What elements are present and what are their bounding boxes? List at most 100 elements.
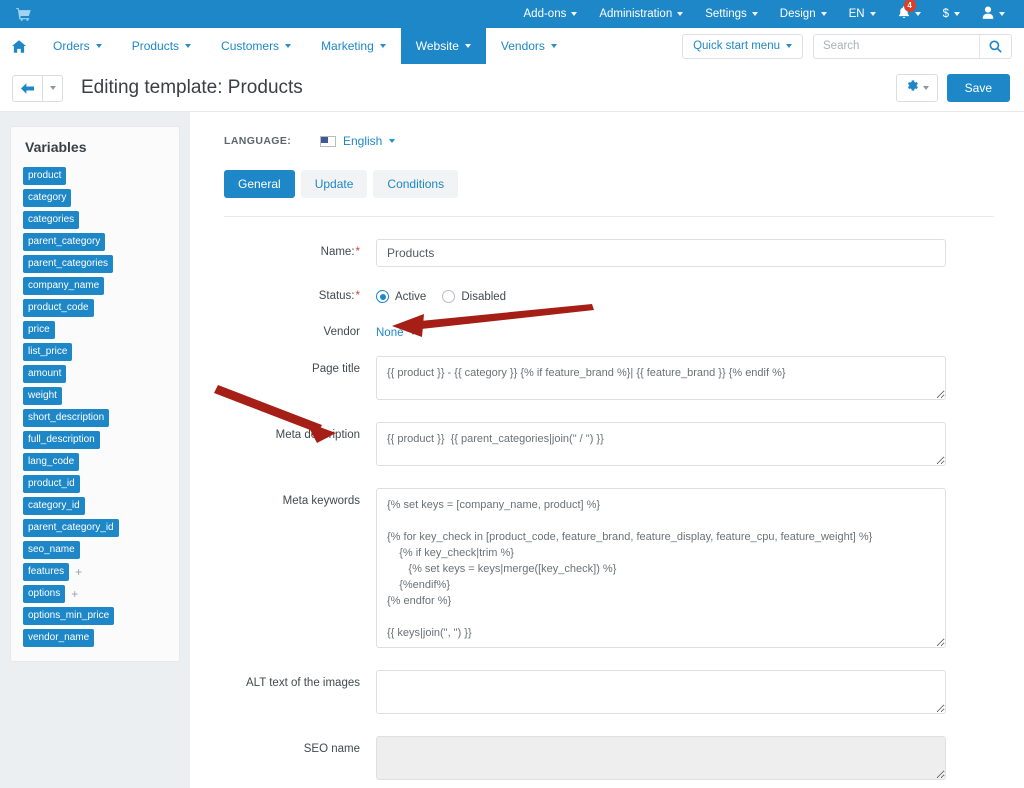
variable-tag-parent-category[interactable]: parent_category	[23, 233, 106, 251]
nav-item-vendors[interactable]: Vendors	[486, 28, 572, 64]
seo-name-textarea[interactable]	[376, 736, 946, 780]
variable-tag-parent-categories[interactable]: parent_categories	[23, 255, 114, 273]
variable-tag-company-name[interactable]: company_name	[23, 277, 105, 295]
variable-tag-vendor-name[interactable]: vendor_name	[23, 629, 95, 647]
variable-tag-category-id[interactable]: category_id	[23, 497, 85, 515]
nav-item-customers[interactable]: Customers	[206, 28, 306, 64]
variable-row: categories	[23, 211, 80, 229]
home-icon[interactable]	[0, 28, 38, 64]
variable-row: product	[23, 167, 67, 185]
variable-tag-categories[interactable]: categories	[23, 211, 80, 229]
notifications-button[interactable]: 4	[887, 0, 932, 28]
expand-features-icon[interactable]: +	[75, 566, 82, 578]
variable-tag-product[interactable]: product	[23, 167, 67, 185]
status-radio-active[interactable]: Active	[376, 290, 426, 303]
nav-label: Orders	[53, 39, 90, 53]
page-title-textarea[interactable]: {{ product }} - {{ category }} {% if fea…	[376, 356, 946, 400]
variable-tag-lang-code[interactable]: lang_code	[23, 453, 80, 471]
vendor-value-text: None	[376, 327, 404, 339]
topbar-label: EN	[848, 8, 865, 20]
variable-row: short_description	[23, 409, 110, 427]
variable-tag-short-description[interactable]: short_description	[23, 409, 110, 427]
nav-item-website[interactable]: Website	[400, 28, 486, 64]
chevron-down-icon	[379, 44, 386, 48]
meta-description-field[interactable]: {{ product }} {{ parent_categories|join(…	[376, 422, 946, 466]
alt-text-label: ALT text of the images	[246, 677, 360, 689]
topbar-item-language[interactable]: EN	[838, 0, 887, 28]
chevron-down-icon	[999, 12, 1005, 16]
variable-tag-options[interactable]: options	[23, 585, 66, 603]
bell-icon: 4	[898, 0, 916, 22]
nav-item-products[interactable]: Products	[117, 28, 206, 64]
settings-dropdown-button[interactable]	[895, 74, 938, 102]
tab-update[interactable]: Update	[300, 170, 368, 198]
variable-tag-seo-name[interactable]: seo_name	[23, 541, 80, 559]
nav-item-marketing[interactable]: Marketing	[306, 28, 401, 64]
variable-tag-options-min-price[interactable]: options_min_price	[23, 607, 115, 625]
variable-row: list_price	[23, 343, 73, 361]
language-selector[interactable]: English	[320, 134, 396, 148]
language-row: LANGUAGE: English	[212, 134, 994, 148]
page-title-bar: Editing template: Products Save	[0, 65, 1024, 112]
chevron-down-icon	[49, 86, 56, 90]
top-bar: Add-ons Administration Settings Design E…	[0, 0, 1024, 28]
variable-row: vendor_name	[23, 629, 95, 647]
variable-tag-features[interactable]: features	[23, 563, 70, 581]
search-input[interactable]	[814, 34, 979, 58]
chevron-down-icon	[954, 12, 960, 16]
nav-item-orders[interactable]: Orders	[38, 28, 117, 64]
quick-start-menu-button[interactable]: Quick start menu	[682, 33, 803, 59]
back-button[interactable]	[12, 74, 43, 102]
variable-tag-price[interactable]: price	[23, 321, 55, 339]
status-radio-disabled[interactable]: Disabled	[442, 290, 506, 303]
variable-tag-product-id[interactable]: product_id	[23, 475, 80, 493]
topbar-item-design[interactable]: Design	[769, 0, 838, 28]
page-body: Variables product category categories pa…	[0, 112, 1024, 788]
topbar-item-settings[interactable]: Settings	[694, 0, 769, 28]
chevron-down-icon	[409, 331, 416, 335]
tab-conditions[interactable]: Conditions	[373, 170, 459, 198]
template-form: Name:* Status:* Active	[212, 239, 994, 785]
variable-tag-list-price[interactable]: list_price	[23, 343, 73, 361]
meta-keywords-textarea[interactable]: {% set keys = [company_name, product] %}…	[376, 488, 946, 648]
nav-label: Products	[131, 39, 180, 53]
variable-tag-weight[interactable]: weight	[23, 387, 62, 405]
topbar-label: Settings	[705, 8, 747, 20]
language-label: LANGUAGE:	[224, 135, 292, 147]
save-button[interactable]: Save	[946, 74, 1010, 102]
field-row-status: Status:* Active Disabled	[224, 284, 994, 303]
top-bar-menu: Add-ons Administration Settings Design E…	[513, 0, 1024, 28]
vendor-value[interactable]: None	[376, 320, 416, 339]
field-row-alt-text: ALT text of the images	[224, 670, 994, 719]
status-label-text: Status:	[318, 290, 355, 302]
required-marker: *	[355, 246, 360, 258]
nav-label: Customers	[221, 39, 280, 53]
required-marker: *	[355, 290, 360, 302]
topbar-item-administration[interactable]: Administration	[588, 0, 694, 28]
gear-icon	[905, 79, 918, 97]
variable-tag-category[interactable]: category	[23, 189, 72, 207]
alt-text-textarea[interactable]	[376, 670, 946, 714]
topbar-label: Administration	[599, 8, 673, 20]
chevron-down-icon	[914, 12, 921, 16]
variable-tag-amount[interactable]: amount	[23, 365, 67, 383]
search-icon[interactable]	[979, 34, 1011, 58]
currency-selector[interactable]: $	[932, 0, 971, 28]
status-active-label: Active	[395, 290, 427, 303]
variable-tag-parent-category-id[interactable]: parent_category_id	[23, 519, 119, 537]
name-input[interactable]	[376, 239, 946, 267]
variable-tag-full-description[interactable]: full_description	[23, 431, 100, 449]
chevron-down-icon	[185, 44, 192, 48]
account-menu[interactable]	[971, 0, 1016, 28]
shopping-cart-icon[interactable]	[0, 7, 46, 21]
vendor-label: Vendor	[323, 326, 360, 338]
variable-tag-product-code[interactable]: product_code	[23, 299, 94, 317]
tab-general[interactable]: General	[224, 170, 295, 198]
name-label: Name:*	[224, 239, 376, 258]
expand-options-icon[interactable]: +	[71, 588, 78, 600]
language-value: English	[343, 134, 383, 148]
variable-row: parent_category	[23, 233, 106, 251]
variable-row: product_code	[23, 299, 94, 317]
back-dropdown-button[interactable]	[43, 74, 63, 102]
topbar-item-add-ons[interactable]: Add-ons	[513, 0, 589, 28]
